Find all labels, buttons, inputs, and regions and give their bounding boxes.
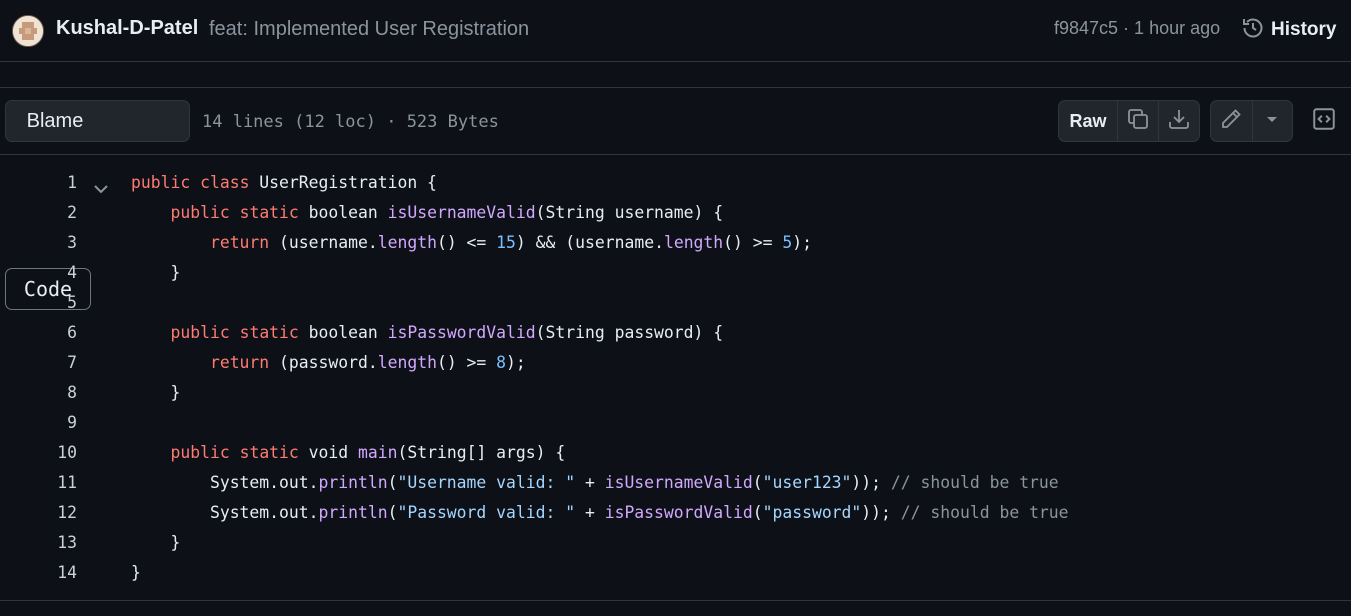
line-number[interactable]: 7 xyxy=(20,348,77,378)
line-number[interactable]: 6 xyxy=(20,318,77,348)
line-number[interactable]: 2 xyxy=(20,198,77,228)
code-token: return xyxy=(209,353,270,372)
code-content: System.out.println("Password valid: " + … xyxy=(209,503,1069,522)
code-token: public xyxy=(170,203,230,222)
edit-button[interactable] xyxy=(1211,101,1252,141)
code-line: 8 } xyxy=(0,378,1351,408)
code-token: "user123" xyxy=(762,473,852,492)
code-line: 2 public static boolean isUsernameValid(… xyxy=(0,198,1351,228)
code-view: 1 public class UserRegistration { 2 public… xyxy=(0,168,1351,588)
history-label: History xyxy=(1271,19,1337,40)
code-square-icon xyxy=(1311,106,1337,137)
author-avatar[interactable] xyxy=(12,15,44,47)
line-number[interactable]: 10 xyxy=(20,438,77,468)
view-segmented-control: Code Blame xyxy=(5,100,190,310)
download-button[interactable] xyxy=(1158,101,1199,141)
code-content: System.out.println("Username valid: " + … xyxy=(209,473,1059,492)
edit-dropdown-button[interactable] xyxy=(1251,101,1293,141)
code-token: static xyxy=(239,203,299,222)
code-token: return xyxy=(209,233,270,252)
code-token: isPasswordValid xyxy=(387,323,536,342)
tab-blame[interactable]: Blame xyxy=(6,101,104,141)
code-token: public xyxy=(170,323,230,342)
code-token: println xyxy=(318,503,388,522)
raw-button[interactable]: Raw xyxy=(1059,101,1117,141)
code-token: isUsernameValid xyxy=(604,473,753,492)
code-token: "Username valid: " xyxy=(397,473,576,492)
code-token: isUsernameValid xyxy=(387,203,536,222)
file-toolbar: Code Blame 14 lines (12 loc) · 523 Bytes… xyxy=(0,87,1351,310)
code-content: public class UserRegistration { xyxy=(131,173,437,192)
line-number[interactable]: 14 xyxy=(20,558,77,588)
code-line: 3 return (username.length() <= 15) && (u… xyxy=(0,228,1351,258)
code-content: public static boolean isUsernameValid(St… xyxy=(170,203,724,222)
history-icon xyxy=(1241,16,1265,45)
line-number[interactable]: 3 xyxy=(20,228,77,258)
code-token: // should be true xyxy=(900,503,1069,522)
code-token: println xyxy=(318,473,388,492)
code-line: 9 xyxy=(0,408,1351,438)
triangle-down-icon xyxy=(1265,112,1279,131)
edit-actions-group xyxy=(1210,100,1293,142)
history-button[interactable]: History xyxy=(1241,16,1336,44)
code-line: 6 public static boolean isPasswordValid(… xyxy=(0,318,1351,348)
code-token: length xyxy=(663,233,724,252)
code-content: } xyxy=(170,383,181,402)
commit-message-link[interactable]: feat: Implemented User Registration xyxy=(209,18,529,41)
commit-bar: Kushal-D-Patel feat: Implemented User Re… xyxy=(0,0,1351,62)
line-number[interactable]: 9 xyxy=(20,408,77,438)
commit-author-link[interactable]: Kushal-D-Patel xyxy=(56,17,198,40)
code-token: public xyxy=(170,443,230,462)
code-token: "Password valid: " xyxy=(397,503,576,522)
line-number[interactable]: 13 xyxy=(20,528,77,558)
line-number[interactable]: 8 xyxy=(20,378,77,408)
code-token: 8 xyxy=(496,353,507,372)
code-token: length xyxy=(377,233,437,252)
code-token: 15 xyxy=(496,233,516,252)
code-token: main xyxy=(358,443,398,462)
code-token: // should be true xyxy=(890,473,1059,492)
line-number[interactable]: 12 xyxy=(20,498,77,528)
line-number[interactable]: 5 xyxy=(20,288,77,318)
code-token: static xyxy=(239,323,299,342)
file-info: 14 lines (12 loc) · 523 Bytes xyxy=(202,112,499,132)
code-content: } xyxy=(170,533,181,552)
code-token: isPasswordValid xyxy=(604,503,753,522)
code-token: static xyxy=(239,443,299,462)
code-token: public xyxy=(131,173,191,192)
code-line: 1 public class UserRegistration { xyxy=(0,168,1351,198)
code-token: 5 xyxy=(782,233,793,252)
copy-button[interactable] xyxy=(1117,101,1158,141)
code-line: 12 System.out.println("Password valid: "… xyxy=(0,498,1351,528)
line-number[interactable]: 1 xyxy=(20,168,77,198)
copy-icon xyxy=(1126,107,1150,136)
code-line: 7 return (password.length() >= 8); xyxy=(0,348,1351,378)
code-content: return (username.length() <= 15) && (use… xyxy=(209,233,813,252)
code-content: } xyxy=(170,263,181,282)
line-number[interactable]: 4 xyxy=(20,258,77,288)
symbols-panel-button[interactable] xyxy=(1303,100,1345,142)
line-number[interactable]: 11 xyxy=(20,468,77,498)
code-line: 4 } xyxy=(0,258,1351,288)
code-line: 11 System.out.println("Username valid: "… xyxy=(0,468,1351,498)
download-icon xyxy=(1167,107,1191,136)
commit-sha-time[interactable]: f9847c5 · 1 hour ago xyxy=(1054,18,1220,39)
code-content: public static void main(String[] args) { xyxy=(170,443,566,462)
code-content: } xyxy=(131,563,141,582)
code-token: class xyxy=(200,173,250,192)
code-content: public static boolean isPasswordValid(St… xyxy=(170,323,724,342)
pencil-icon xyxy=(1219,107,1243,136)
raw-actions-group: Raw xyxy=(1058,100,1200,142)
code-line: 14} xyxy=(0,558,1351,588)
code-token: length xyxy=(377,353,437,372)
code-content: return (password.length() >= 8); xyxy=(209,353,526,372)
code-line: 5 xyxy=(0,288,1351,318)
code-line: 13 } xyxy=(0,528,1351,558)
code-token: "password" xyxy=(762,503,862,522)
code-line: 10 public static void main(String[] args… xyxy=(0,438,1351,468)
divider xyxy=(0,600,1351,601)
